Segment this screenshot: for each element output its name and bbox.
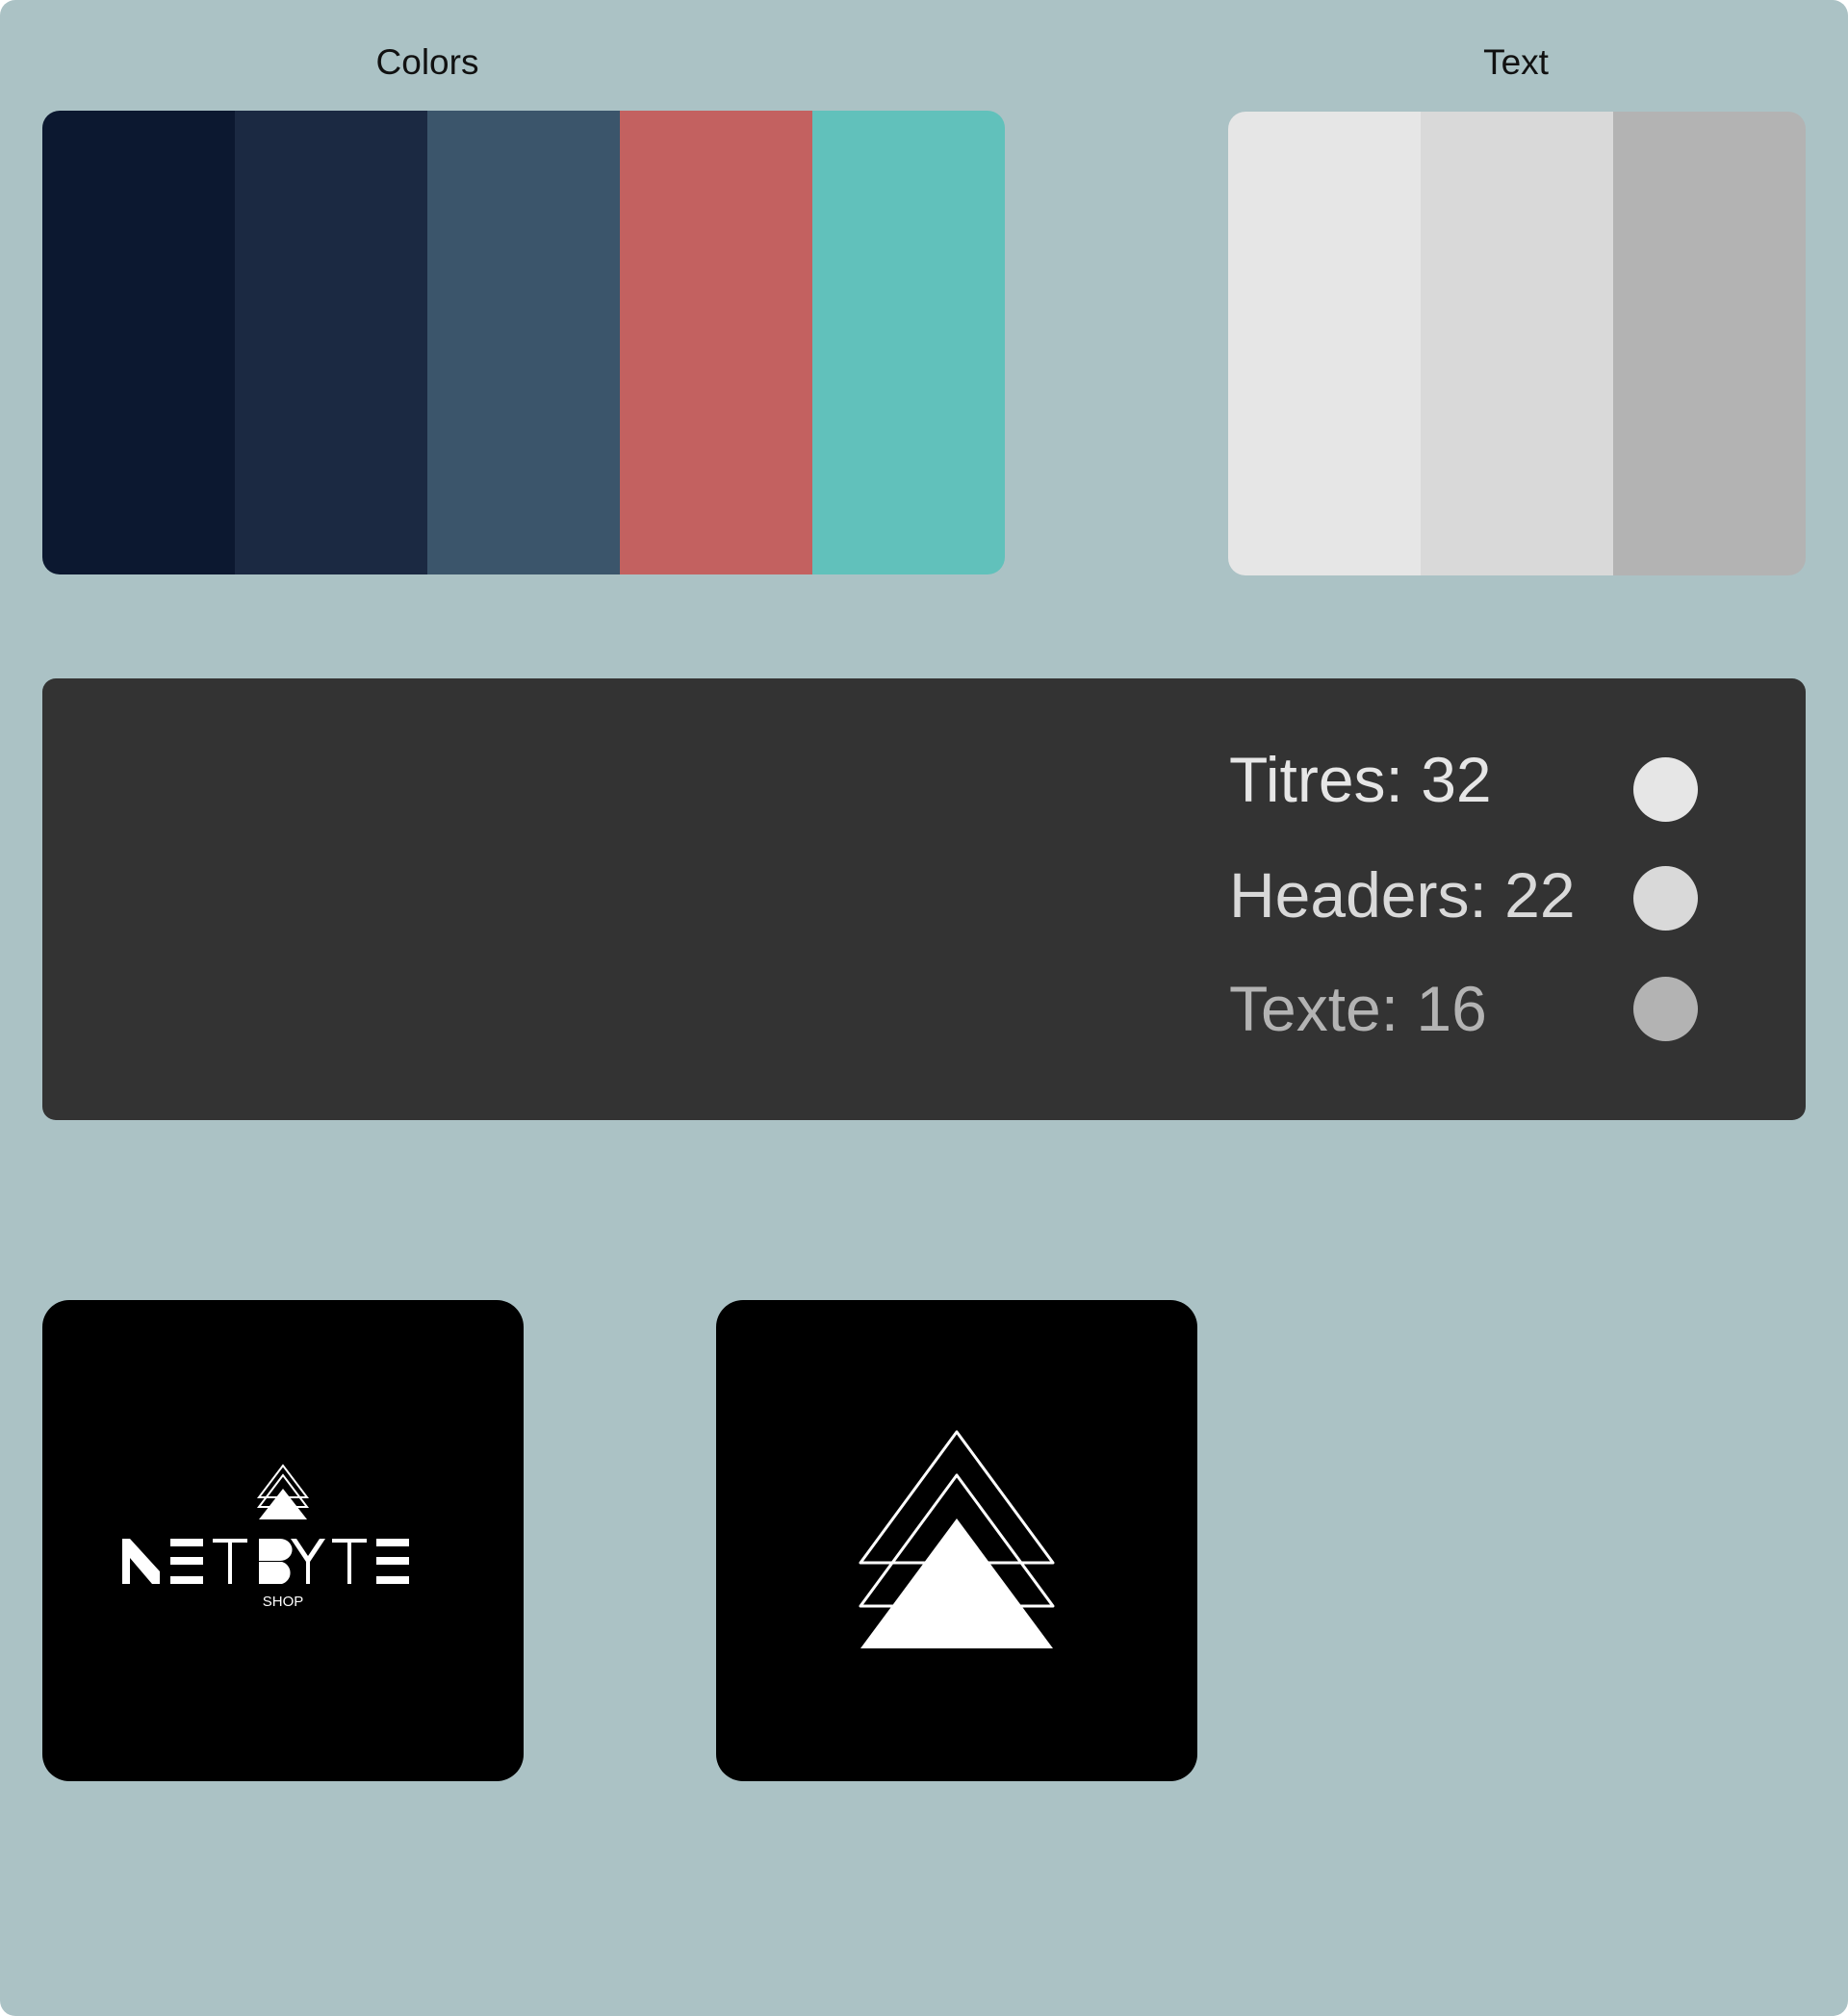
typography-title-sample: Titres: 32 (1229, 744, 1492, 815)
title-color-dot (1633, 757, 1698, 822)
typography-text-sample: Texte: 16 (1229, 973, 1487, 1044)
text-swatch-1 (1228, 112, 1421, 575)
text-color-palette (1228, 112, 1806, 575)
netbyte-wordmark (122, 1539, 409, 1584)
logo-card-wordmark: SHOP (42, 1300, 524, 1781)
logo-tagline: SHOP (263, 1594, 304, 1610)
typography-panel: Titres: 32 Headers: 22 Texte: 16 (42, 678, 1806, 1120)
header-color-dot (1633, 866, 1698, 931)
color-swatch-5 (812, 111, 1005, 574)
color-palette (42, 111, 1005, 574)
color-swatch-3 (427, 111, 620, 574)
text-color-dot (1633, 977, 1698, 1041)
text-swatch-2 (1421, 112, 1613, 575)
color-swatch-4 (620, 111, 812, 574)
text-swatch-3 (1613, 112, 1806, 575)
text-section-label: Text (1483, 42, 1549, 82)
style-guide-board: Colors Text Titres: 32 Headers: 22 Texte… (0, 0, 1848, 2016)
typography-header-sample: Headers: 22 (1229, 859, 1576, 931)
logo-triangles-icon (256, 1464, 310, 1519)
color-swatch-2 (235, 111, 427, 574)
netbyte-logo: SHOP (122, 1464, 409, 1610)
color-swatch-1 (42, 111, 235, 574)
stacked-triangles-icon (859, 1430, 1055, 1648)
logo-card-symbol (716, 1300, 1197, 1781)
colors-section-label: Colors (375, 42, 479, 82)
